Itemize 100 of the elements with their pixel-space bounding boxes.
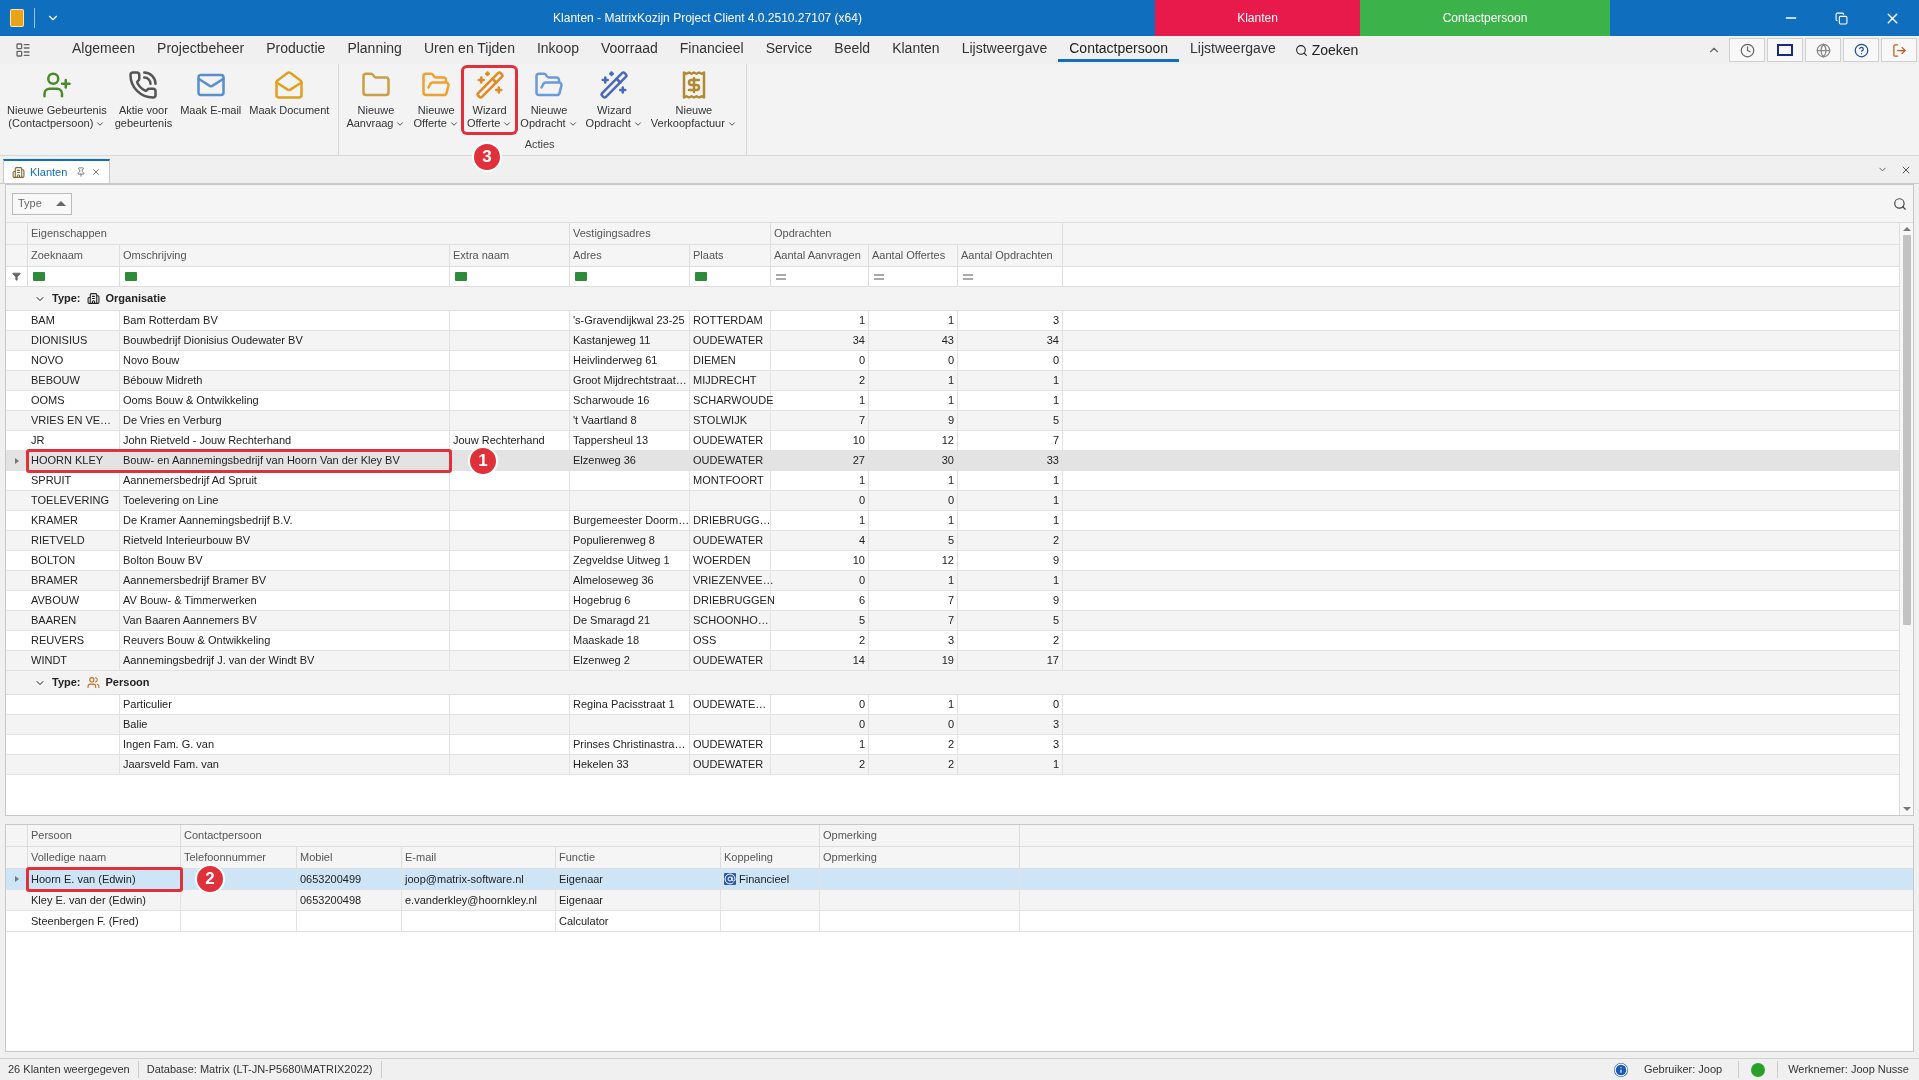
table-cell-text: Hekelen 33 <box>573 757 629 773</box>
table-row[interactable]: TOELEVERING Toelevering on Line 0 0 1 <box>6 491 1899 511</box>
ribbon-button[interactable]: Wizard Opdracht <box>582 68 646 132</box>
menu-tab[interactable]: Lijstweergave <box>950 38 1059 62</box>
menu-tab[interactable]: Klanten <box>881 38 951 62</box>
table-cell-text: AVBOUW <box>31 593 80 609</box>
column-header[interactable]: Mobiel <box>297 847 402 868</box>
column-header[interactable]: Volledige naam <box>28 847 181 868</box>
nl-button[interactable] <box>1767 38 1803 62</box>
column-header[interactable]: Omschrijving <box>120 245 450 266</box>
column-header[interactable]: Koppeling <box>721 847 820 868</box>
menu-tab[interactable]: Projectbeheer <box>146 38 256 62</box>
table-cell-text: DIEMEN <box>693 353 736 369</box>
table-cell-text: Heivlinderweg 61 <box>573 353 658 369</box>
group-by-type-button[interactable]: Type <box>12 192 72 215</box>
table-row[interactable]: JR John Rietveld - Jouw Rechterhand Jouw Rechterhand Tappersheul 13 OUDEWATER 10 12 7 <box>6 431 1899 451</box>
close-tab-icon[interactable] <box>91 167 102 177</box>
ribbon-button[interactable]: Nieuwe Verkoopfactuur <box>647 68 740 132</box>
table-cell-text: 0 <box>1052 353 1059 369</box>
column-header[interactable]: Zoeknaam <box>28 245 120 266</box>
ribbon-button[interactable]: Maak Document <box>246 68 333 119</box>
search-icon[interactable] <box>1893 196 1907 211</box>
table-row[interactable]: Kley E. van der (Edwin) 0653200498 e.vanderkley@hoornkley.nl Eigenaar <box>6 890 1913 911</box>
pin-icon[interactable] <box>76 167 87 177</box>
table-cell-text: 0 <box>858 493 865 509</box>
search-button[interactable]: Zoeken <box>1286 38 1367 62</box>
table-cell-text: REUVERS <box>31 633 85 649</box>
column-header[interactable]: Functie <box>556 847 721 868</box>
ribbon-button[interactable]: Aktie voor gebeurtenis <box>111 68 176 132</box>
column-header[interactable]: Aantal Offertes <box>869 245 958 266</box>
table-row[interactable]: RIETVELD Rietveld Interieurbouw BV Populierenweg 8 OUDEWATER 4 5 2 <box>6 531 1899 551</box>
menu-tab[interactable]: Lijstweergave <box>1179 38 1287 62</box>
ribbon-button[interactable]: Nieuwe Opdracht <box>517 68 581 132</box>
vertical-scrollbar[interactable] <box>1899 223 1913 815</box>
menu-tab[interactable]: Planning <box>336 38 413 62</box>
ribbon-button[interactable]: Nieuwe Gebeurtenis (Contactpersoon) <box>4 68 110 132</box>
menu-tab[interactable]: Inkoop <box>525 38 590 62</box>
table-cell-text: Calculator <box>559 913 609 929</box>
clock-button[interactable] <box>1729 38 1765 62</box>
table-cell-text: 1 <box>1052 757 1059 773</box>
menu-tab[interactable]: Financieel <box>668 38 755 62</box>
table-row[interactable]: BRAMER Aannemersbedrijf Bramer BV Almeloseweg 36 VRIEZENVEE… 0 1 1 <box>6 571 1899 591</box>
table-row[interactable]: WINDT Aannemingsbedrijf J. van der Windt BV Elzenweg 2 OUDEWATER 14 19 17 <box>6 651 1899 671</box>
table-cell-text: SPRUIT <box>31 473 72 489</box>
ribbon-button[interactable]: Nieuwe Offerte <box>410 68 462 132</box>
document-tab[interactable]: Klanten <box>3 159 111 183</box>
table-row[interactable]: SPRUIT Aannemersbedrijf Ad Spruit MONTFOORT 1 1 1 <box>6 471 1899 491</box>
column-header[interactable]: E-mail <box>402 847 556 868</box>
menu-tab[interactable]: Productie <box>255 38 337 62</box>
table-cell-text: RIETVELD <box>31 533 85 549</box>
table-row[interactable]: Particulier Regina Pacisstraat 1 OUDEWATE… 0 1 0 <box>6 695 1899 715</box>
menu-tab[interactable]: Uren en Tijden <box>412 38 526 62</box>
restore-icon[interactable] <box>1835 11 1848 25</box>
table-cell-text: 34 <box>852 333 865 349</box>
table-cell-text: 1 <box>947 393 954 409</box>
table-row[interactable]: NOVO Novo Bouw Heivlinderweg 61 DIEMEN 0 0 0 <box>6 351 1899 371</box>
menu-tab[interactable]: Algemeen <box>61 38 147 62</box>
table-row[interactable]: Ingen Fam. G. van Prinses Christinastra… OUDEWATER 1 2 3 <box>6 735 1899 755</box>
info-icon[interactable] <box>1613 1062 1628 1077</box>
table-cell-text: 5 <box>858 613 865 629</box>
open-envelope-icon <box>274 70 305 100</box>
ribbon-button[interactable]: Wizard Offerte <box>463 68 516 132</box>
menu-icon[interactable] <box>15 42 31 58</box>
ribbon-button[interactable]: Maak E-mail <box>177 68 245 119</box>
table-row[interactable]: Jaarsveld Fam. van Hekelen 33 OUDEWATER 2 2 1 <box>6 755 1899 775</box>
table-row[interactable]: AVBOUW AV Bouw- & Timmerwerken Hogebrug 6 DRIEBRUGGEN 6 7 9 <box>6 591 1899 611</box>
table-row[interactable]: Steenbergen F. (Fred) Calculator <box>6 911 1913 932</box>
ribbon-button[interactable]: Nieuwe Aanvraag <box>343 68 409 132</box>
building-icon <box>12 165 25 179</box>
table-cell-text: OUDEWATE… <box>693 697 767 713</box>
table-cell-text: DRIEBRUGGEN <box>693 593 775 609</box>
table-row[interactable]: REUVERS Reuvers Bouw & Ontwikkeling Maaskade 18 OSS 2 3 2 <box>6 631 1899 651</box>
column-header[interactable]: Opmerking <box>820 847 1020 868</box>
column-header[interactable]: Aantal Opdrachten <box>958 245 1063 266</box>
table-row[interactable]: BEBOUW Bébouw Midreth Groot Mijdrechtstraat… MIJDRECHT 2 1 1 <box>6 371 1899 391</box>
table-cell-text: Particulier <box>123 697 172 713</box>
close-panel-icon[interactable] <box>1900 164 1912 176</box>
table-row[interactable]: BAAREN Van Baaren Aannemers BV De Smaragd 21 SCHOONHO… 5 7 5 <box>6 611 1899 631</box>
menu-tab[interactable]: Service <box>754 38 824 62</box>
table-row[interactable]: DIONISIUS Bouwbedrijf Dionisius Oudewater BV Kastanjeweg 11 OUDEWATER 34 43 34 <box>6 331 1899 351</box>
exit-button[interactable] <box>1881 38 1917 62</box>
table-cell-text: 's-Gravendijkwal 23-25 <box>573 313 685 329</box>
context-tab[interactable]: Klanten <box>1155 0 1360 36</box>
table-row[interactable]: BAM Bam Rotterdam BV 's-Gravendijkwal 23-25 ROTTERDAM 1 1 3 <box>6 311 1899 331</box>
table-row[interactable]: OOMS Ooms Bouw & Ontwikkeling Scharwoude 16 SCHARWOUDE 1 1 1 <box>6 391 1899 411</box>
table-cell-text: 1 <box>858 393 865 409</box>
table-cell-text: 1 <box>1052 473 1059 489</box>
table-cell-text: 0 <box>1052 697 1059 713</box>
table-row[interactable]: Balie 0 0 3 <box>6 715 1899 735</box>
table-cell-text: TOELEVERING <box>31 493 110 509</box>
column-header[interactable]: Adres <box>570 245 690 266</box>
table-row[interactable]: BOLTON Bolton Bouw BV Zegveldse Uitweg 1 WOERDEN 10 12 9 <box>6 551 1899 571</box>
help-button[interactable] <box>1843 38 1879 62</box>
column-header[interactable]: Plaats <box>690 245 771 266</box>
table-row[interactable]: KRAMER De Kramer Aannemingsbedrijf B.V. Burgemeester Doorm… DRIEBRUGG… 1 1 1 <box>6 511 1899 531</box>
menu-tab[interactable]: Voorraad <box>590 38 669 62</box>
column-header[interactable]: Extra naam <box>450 245 570 266</box>
column-header[interactable]: Aantal Aanvragen <box>771 245 869 266</box>
menu-tab[interactable]: Beeld <box>823 38 882 62</box>
table-row[interactable]: VRIES EN VE… De Vries en Verburg 't Vaartland 8 STOLWIJK 7 9 5 <box>6 411 1899 431</box>
